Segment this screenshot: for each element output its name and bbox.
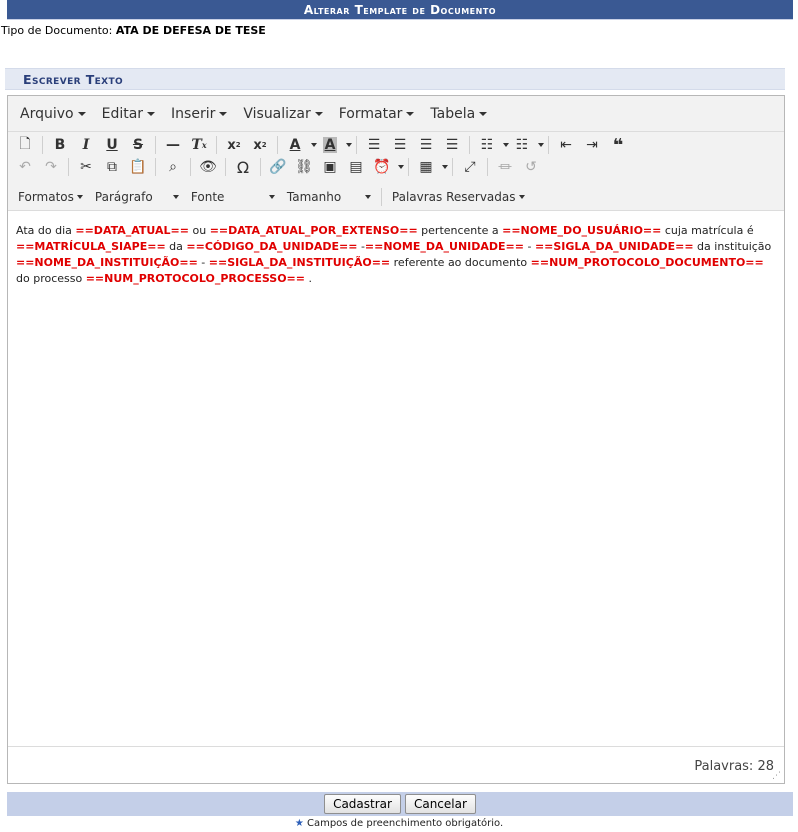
chevron-down-icon: [77, 111, 86, 116]
toolbar-format-row: Formatos Parágrafo Fonte Tamanho Palavra…: [12, 184, 784, 210]
superscript-icon[interactable]: x2: [247, 134, 273, 156]
document-type: Tipo de Documento: ATA DE DEFESA DE TESE: [1, 24, 266, 37]
chevron-down-icon: [268, 195, 275, 199]
toolbar-row-2: ↶ ↷ ✂ ⧉ 📋 ⌕ 👁 Ω 🔗 ⛓ ▣ ▤ ⏰ ▦ ⤢ ⏛ ↺: [12, 156, 784, 178]
datetime-icon[interactable]: ⏰: [369, 156, 395, 178]
cancel-button[interactable]: Cancelar: [404, 794, 476, 814]
menu-visualizar[interactable]: Visualizar: [235, 106, 330, 122]
subscript-icon[interactable]: x2: [221, 134, 247, 156]
formats-dropdown[interactable]: Formatos: [12, 186, 89, 208]
chevron-down-icon: [479, 111, 488, 116]
document-type-value: ATA DE DEFESA DE TESE: [115, 24, 266, 37]
text-color-icon[interactable]: A: [282, 134, 308, 156]
preview-icon[interactable]: 👁: [195, 156, 221, 178]
paragraph-dropdown[interactable]: Parágrafo: [89, 186, 185, 208]
document-type-label: Tipo de Documento:: [1, 24, 113, 37]
editor-menubar: Arquivo Editar Inserir Visualizar Format…: [8, 96, 784, 132]
menu-tabela[interactable]: Tabela: [422, 106, 495, 122]
editor-statusbar: Palavras: 28 ⋰: [8, 746, 784, 783]
word-count: Palavras: 28: [694, 759, 774, 774]
chevron-down-icon[interactable]: [442, 165, 448, 169]
justify-icon[interactable]: ☰: [439, 134, 465, 156]
cut-icon[interactable]: ✂: [73, 156, 99, 178]
indent-icon[interactable]: ⇥: [579, 134, 605, 156]
submit-button[interactable]: Cadastrar: [324, 794, 401, 814]
special-char-icon[interactable]: Ω: [230, 156, 256, 178]
align-left-icon[interactable]: ☰: [361, 134, 387, 156]
new-document-icon[interactable]: 🗋: [12, 134, 38, 156]
rich-text-editor: Arquivo Editar Inserir Visualizar Format…: [7, 95, 785, 784]
align-center-icon[interactable]: ☰: [387, 134, 413, 156]
underline-icon[interactable]: U: [99, 134, 125, 156]
size-dropdown[interactable]: Tamanho: [281, 186, 377, 208]
toolbar-row-1: 🗋 B I U S — Tx x2 x2 A A ☰ ☰ ☰ ☰ ☷ ☷ ⇤ ⇥…: [12, 134, 784, 156]
strikethrough-icon[interactable]: S: [125, 134, 151, 156]
reserved-words-dropdown[interactable]: Palavras Reservadas: [386, 186, 531, 208]
background-color-icon[interactable]: A: [317, 134, 343, 156]
font-dropdown[interactable]: Fonte: [185, 186, 281, 208]
chevron-down-icon: [172, 195, 179, 199]
chevron-down-icon: [76, 195, 83, 199]
resize-handle-icon[interactable]: ⋰: [772, 771, 782, 781]
undo-icon[interactable]: ↶: [12, 156, 38, 178]
chevron-down-icon: [364, 195, 371, 199]
chevron-down-icon[interactable]: [398, 165, 404, 169]
page-title: Alterar Template de Documento: [7, 0, 793, 20]
menu-arquivo[interactable]: Arquivo: [12, 106, 94, 122]
clear-format-icon[interactable]: Tx: [186, 134, 212, 156]
italic-icon[interactable]: I: [73, 134, 99, 156]
outdent-icon[interactable]: ⇤: [553, 134, 579, 156]
menu-editar[interactable]: Editar: [94, 106, 163, 122]
fullscreen-icon[interactable]: ⤢: [457, 156, 483, 178]
horizontal-line-icon[interactable]: —: [160, 134, 186, 156]
chevron-down-icon[interactable]: [346, 143, 352, 147]
link-icon[interactable]: 🔗: [265, 156, 291, 178]
chevron-down-icon: [518, 195, 525, 199]
bold-icon[interactable]: B: [47, 134, 73, 156]
bullet-list-icon[interactable]: ☷: [474, 134, 500, 156]
section-title: Escrever Texto: [5, 68, 785, 90]
required-note: ★ Campos de preenchimento obrigatório.: [294, 818, 504, 829]
table-icon[interactable]: ▦: [413, 156, 439, 178]
form-frame: Alterar Template de Documento: [7, 0, 793, 20]
media-icon[interactable]: ▤: [343, 156, 369, 178]
blockquote-icon[interactable]: ❝: [605, 134, 631, 156]
menu-formatar[interactable]: Formatar: [331, 106, 423, 122]
editor-toolbar: 🗋 B I U S — Tx x2 x2 A A ☰ ☰ ☰ ☰ ☷ ☷ ⇤ ⇥…: [8, 132, 784, 211]
chevron-down-icon: [314, 111, 323, 116]
paste-icon[interactable]: 📋: [125, 156, 151, 178]
numbered-list-icon[interactable]: ☷: [509, 134, 535, 156]
editor-content[interactable]: Ata do dia ==DATA_ATUAL== ou ==DATA_ATUA…: [8, 213, 784, 743]
required-star-icon: ★: [294, 818, 304, 829]
form-actions: Cadastrar Cancelar: [7, 792, 793, 816]
redo-icon[interactable]: ↷: [38, 156, 64, 178]
image-icon[interactable]: ▣: [317, 156, 343, 178]
align-right-icon[interactable]: ☰: [413, 134, 439, 156]
unlink-icon[interactable]: ⛓: [291, 156, 317, 178]
restore-draft-icon[interactable]: ↺: [518, 156, 544, 178]
chevron-down-icon[interactable]: [538, 143, 544, 147]
copy-icon[interactable]: ⧉: [99, 156, 125, 178]
chevron-down-icon: [406, 111, 415, 116]
find-replace-icon[interactable]: ⌕: [160, 156, 186, 178]
chevron-down-icon: [219, 111, 228, 116]
menu-inserir[interactable]: Inserir: [163, 106, 235, 122]
chevron-down-icon: [147, 111, 156, 116]
page-break-icon[interactable]: ⏛: [492, 156, 518, 178]
